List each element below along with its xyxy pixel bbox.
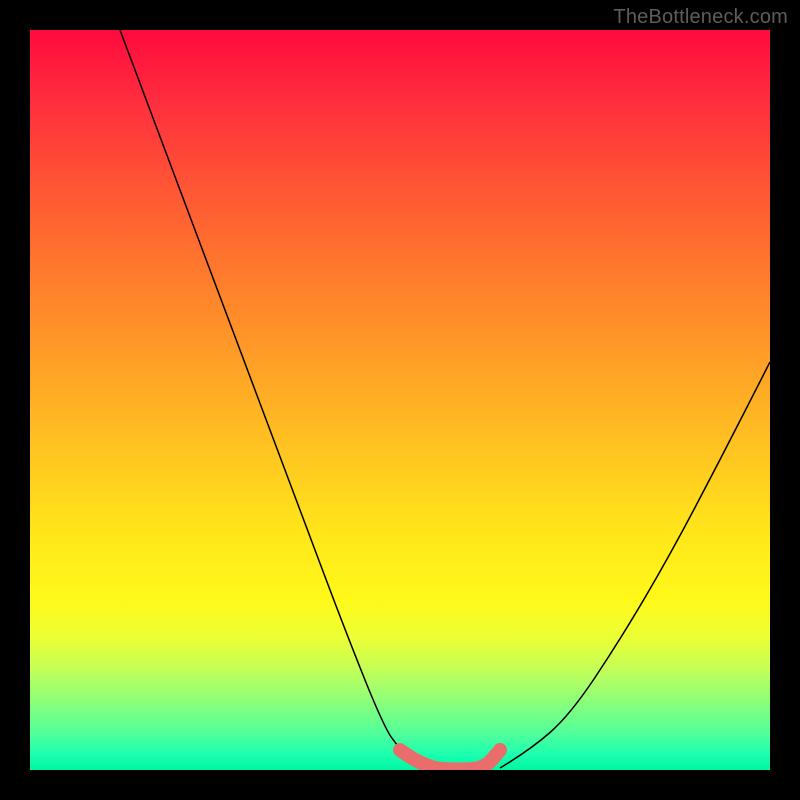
curve-left [120,30,425,768]
curve-min-marker [400,750,500,770]
watermark-text: TheBottleneck.com [613,6,788,29]
plot-area [30,30,770,770]
chart-svg [30,30,770,770]
curve-right [500,362,770,768]
